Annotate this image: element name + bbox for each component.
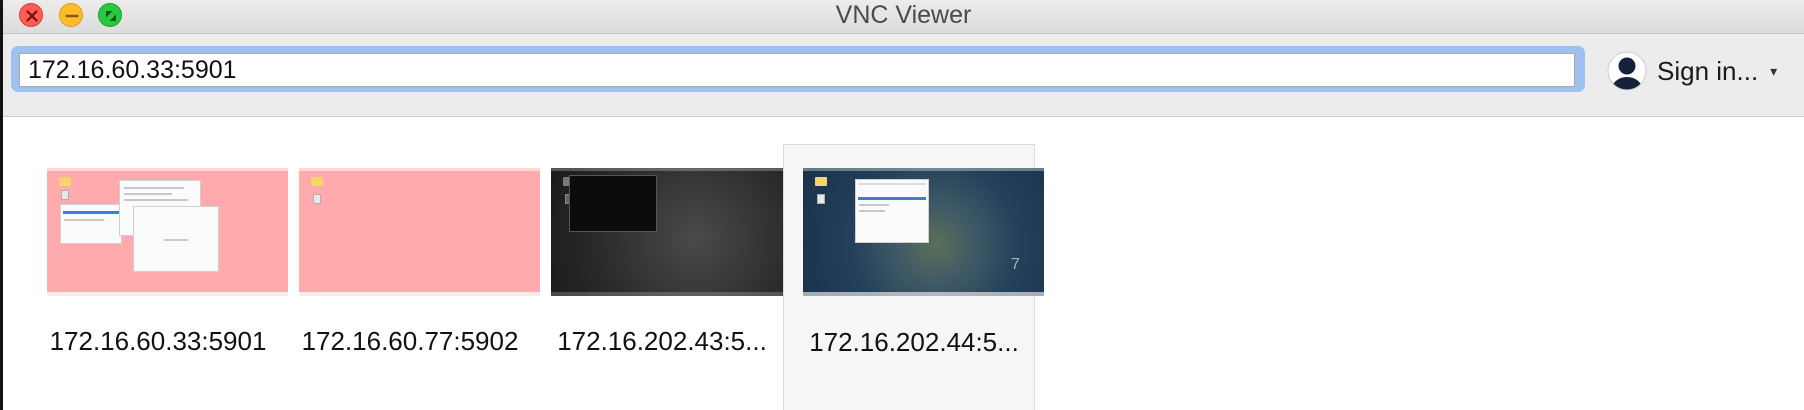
chevron-down-icon: ▾ (1770, 62, 1778, 79)
sign-in-label: Sign in... (1657, 55, 1759, 86)
address-focus-ring (11, 46, 1585, 92)
connection-label: 172.16.60.77:5902 (301, 326, 519, 356)
connection-thumbnail (47, 168, 288, 296)
toolbar: Sign in... ▾ (3, 34, 1804, 117)
connections-grid: 172.16.60.33:5901 172.16.60.77:5902 172.… (3, 117, 1804, 410)
connection-tile[interactable]: 172.16.202.43:5... (531, 144, 792, 410)
connection-label: 172.16.202.44:5... (809, 327, 1019, 357)
connection-tile[interactable]: 172.16.60.77:5902 (279, 144, 540, 410)
connection-thumbnail (551, 168, 792, 296)
connection-tile-selected[interactable]: 7 172.16.202.44:5... (783, 144, 1044, 410)
title-bar: VNC Viewer (3, 0, 1804, 34)
sign-in-button[interactable]: Sign in... ▾ (1607, 48, 1777, 94)
user-avatar-icon (1607, 51, 1647, 91)
connection-thumbnail (299, 168, 540, 296)
connection-tile[interactable]: 172.16.60.33:5901 (27, 144, 288, 410)
connection-thumbnail: 7 (803, 168, 1044, 296)
window-title: VNC Viewer (835, 1, 972, 29)
connection-label: 172.16.202.43:5... (557, 326, 767, 356)
connection-label: 172.16.60.33:5901 (49, 326, 267, 356)
address-input[interactable] (19, 53, 1575, 87)
